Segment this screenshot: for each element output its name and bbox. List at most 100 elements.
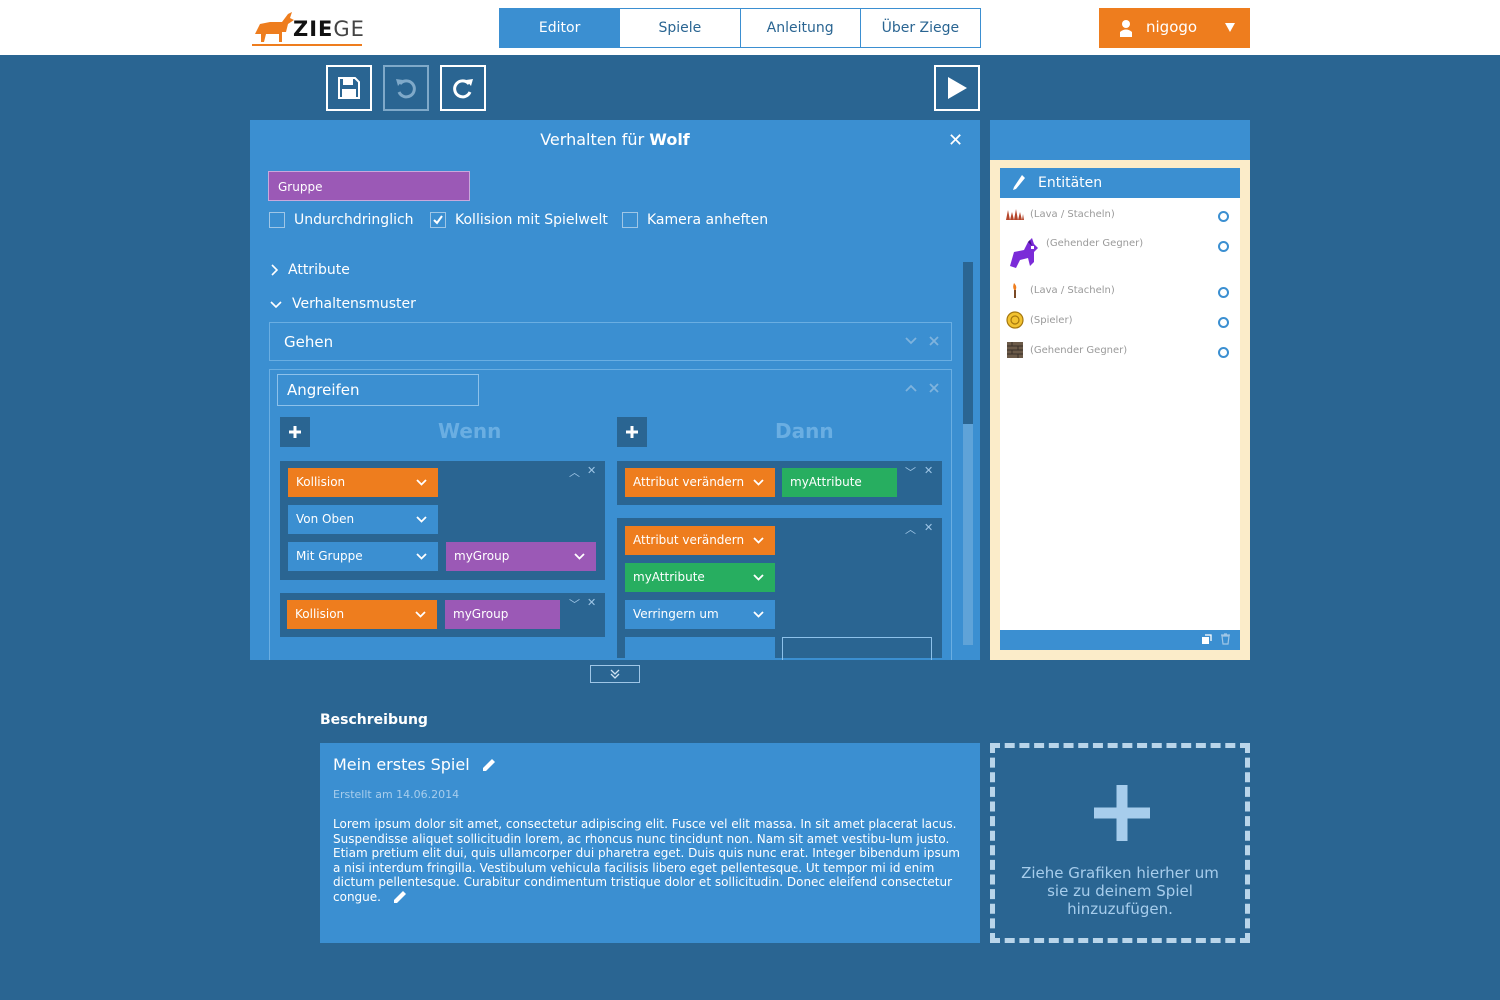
panel-title: Verhalten für Wolf: [540, 130, 690, 149]
entity-radio[interactable]: [1218, 287, 1229, 298]
checkbox-box[interactable]: [622, 212, 638, 228]
entity-label: (Spieler): [1030, 314, 1073, 326]
expand-panel-button[interactable]: [590, 665, 640, 683]
entity-radio[interactable]: [1218, 347, 1229, 358]
save-button[interactable]: [326, 65, 372, 111]
scrollbar-thumb[interactable]: [963, 262, 973, 424]
entity-item[interactable]: (Lava / Stacheln): [1006, 281, 1115, 299]
close-icon[interactable]: ✕: [587, 596, 596, 609]
action-next-dropdown[interactable]: [625, 637, 775, 660]
chevron-down-icon: [753, 611, 764, 618]
entity-radio[interactable]: [1218, 211, 1229, 222]
dropdown-value: Attribut verändern: [633, 475, 745, 489]
checkbox-undurchdringlich[interactable]: Undurchdringlich: [269, 212, 414, 228]
action-type-dropdown[interactable]: Attribut verändern: [625, 468, 775, 497]
checkbox-kollision-mit-spielwelt[interactable]: Kollision mit Spielwelt: [430, 212, 608, 228]
condition-type-dropdown[interactable]: Kollision: [288, 468, 438, 497]
condition-group-field[interactable]: myGroup: [445, 600, 560, 629]
logo-text: ZIEGE: [293, 17, 365, 41]
top-bar: ZIEGE Editor Spiele Anleitung Über Ziege…: [0, 0, 1500, 55]
chevron-up-icon[interactable]: ︿: [569, 464, 580, 480]
entity-radio[interactable]: [1218, 241, 1229, 252]
close-icon[interactable]: ✕: [924, 464, 933, 477]
action-attribute-dropdown[interactable]: myAttribute: [625, 563, 775, 592]
entity-item[interactable]: (Gehender Gegner): [1006, 236, 1143, 270]
pencil-icon[interactable]: [1012, 174, 1026, 192]
action-value-input[interactable]: [782, 637, 932, 660]
condition-with-dropdown[interactable]: Mit Gruppe: [288, 542, 438, 571]
section-label: Attribute: [288, 262, 350, 278]
dropdown-value: Kollision: [295, 607, 345, 621]
tab-ueber-ziege[interactable]: Über Ziege: [860, 9, 980, 47]
checkbox-kamera-anheften[interactable]: Kamera anheften: [622, 212, 768, 228]
created-date: Erstellt am 14.06.2014: [333, 788, 460, 801]
pencil-icon[interactable]: [393, 890, 407, 904]
graphics-dropzone[interactable]: Ziehe Grafiken hierher um sie zu deinem …: [990, 743, 1250, 943]
condition-direction-dropdown[interactable]: Von Oben: [288, 505, 438, 534]
chevron-up-icon[interactable]: ︿: [905, 521, 916, 537]
chevron-down-icon: [574, 553, 585, 560]
checkbox-box[interactable]: [430, 212, 446, 228]
dropdown-value: myAttribute: [633, 570, 705, 584]
chevron-down-icon[interactable]: ﹀: [569, 596, 580, 612]
caret-down-icon: [1225, 23, 1235, 32]
goat-logo-icon: [255, 12, 294, 42]
close-icon[interactable]: [929, 336, 939, 346]
checkbox-box[interactable]: [269, 212, 285, 228]
behaviour-name-input[interactable]: Angreifen: [277, 374, 479, 406]
condition-group-dropdown[interactable]: myGroup: [446, 542, 596, 571]
game-title: Mein erstes Spiel: [333, 755, 496, 774]
redo-button[interactable]: [440, 65, 486, 111]
action-attribute-field[interactable]: myAttribute: [782, 468, 897, 497]
behaviour-item-collapsed[interactable]: Gehen: [269, 322, 952, 361]
dropzone-text: Ziehe Grafiken hierher um sie zu deinem …: [1021, 864, 1219, 918]
description-label: Beschreibung: [320, 712, 428, 728]
entity-item[interactable]: (Spieler): [1006, 311, 1072, 329]
description-text-body: Lorem ipsum dolor sit amet, consectetur …: [333, 817, 960, 904]
chevron-down-icon: [416, 516, 427, 523]
pencil-icon[interactable]: [482, 758, 496, 772]
close-icon[interactable]: [929, 383, 939, 393]
add-action-button[interactable]: [617, 417, 647, 447]
user-menu-button[interactable]: nigogo: [1099, 8, 1250, 48]
coin-icon: [1006, 311, 1024, 329]
chevron-down-icon: [416, 479, 427, 486]
tab-spiele[interactable]: Spiele: [620, 9, 741, 47]
user-name: nigogo: [1146, 18, 1198, 36]
chevron-down-icon: [416, 553, 427, 560]
chevron-down-icon[interactable]: ﹀: [905, 464, 916, 480]
entity-item[interactable]: (Gehender Gegner): [1006, 341, 1127, 359]
brick-icon: [1007, 342, 1023, 358]
close-panel-button[interactable]: ✕: [948, 130, 963, 151]
tab-anleitung[interactable]: Anleitung: [740, 9, 861, 47]
checkbox-label: Kollision mit Spielwelt: [455, 212, 608, 228]
condition-type-dropdown[interactable]: Kollision: [287, 600, 437, 629]
logo-underline: [252, 44, 362, 46]
action-operation-dropdown[interactable]: Verringern um: [625, 600, 775, 629]
entities-title: Entitäten: [1038, 175, 1103, 191]
trash-icon[interactable]: [1220, 633, 1231, 645]
ziege-logo[interactable]: ZIEGE: [252, 10, 364, 48]
chevron-down-icon[interactable]: [905, 337, 917, 345]
plus-icon: [626, 426, 638, 438]
behaviour-panel: Verhalten für Wolf ✕ Gruppe Undurchdring…: [250, 120, 980, 660]
chevron-down-icon: [753, 574, 764, 581]
entity-item[interactable]: (Lava / Stacheln): [1006, 208, 1115, 220]
undo-button[interactable]: [383, 65, 429, 111]
close-icon[interactable]: ✕: [924, 521, 933, 534]
group-field[interactable]: Gruppe: [268, 171, 470, 201]
torch-icon: [1013, 283, 1017, 298]
entity-radio[interactable]: [1218, 317, 1229, 328]
new-entity-icon[interactable]: [1201, 634, 1212, 645]
section-verhaltensmuster[interactable]: Verhaltensmuster: [270, 296, 416, 312]
chevron-down-icon: [415, 611, 426, 618]
action-type-dropdown[interactable]: Attribut verändern: [625, 526, 775, 555]
section-attribute[interactable]: Attribute: [270, 262, 350, 278]
chevron-up-icon[interactable]: [905, 384, 917, 392]
dropdown-value: Attribut verändern: [633, 533, 745, 547]
dropdown-value: Kollision: [296, 475, 346, 489]
play-button[interactable]: [934, 65, 980, 111]
close-icon[interactable]: ✕: [587, 464, 596, 477]
tab-editor[interactable]: Editor: [500, 9, 621, 47]
add-condition-button[interactable]: [280, 417, 310, 447]
